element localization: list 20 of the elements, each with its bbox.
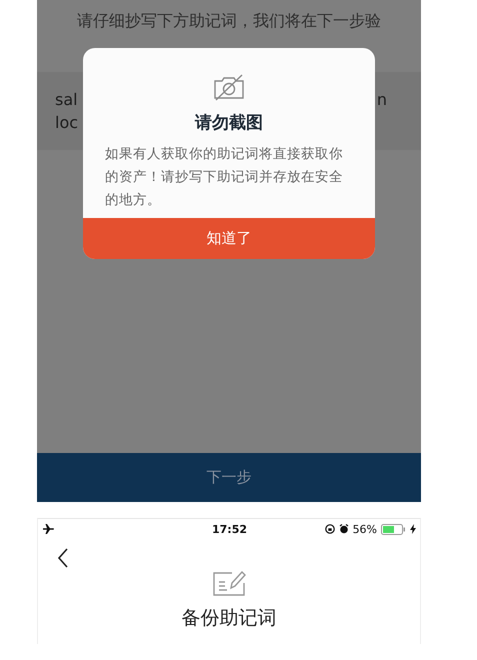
mnemonic-word: sal <box>55 89 78 111</box>
battery-percent: 56% <box>352 522 378 536</box>
confirm-button[interactable]: 知道了 <box>83 218 375 259</box>
back-chevron-icon <box>56 547 70 569</box>
next-button[interactable]: 下一步 <box>37 453 421 502</box>
instruction-text: 请仔细抄写下方助记词，我们将在下一步验 <box>76 10 382 32</box>
mnemonic-word: loc <box>55 112 78 134</box>
battery-icon <box>381 524 406 534</box>
airplane-icon <box>43 524 55 534</box>
back-button[interactable] <box>56 547 70 569</box>
note-pen-icon <box>212 569 246 597</box>
status-time: 17:52 <box>212 522 248 536</box>
page-title: 备份助记词 <box>182 606 276 631</box>
dialog-title: 请勿截图 <box>195 112 263 135</box>
dialog-message: 如果有人获取你的助记词将直接获取你的资产！请抄写下助记词并存放在安全的地方。 <box>104 145 344 210</box>
mnemonic-word: n <box>376 89 387 111</box>
alarm-icon <box>338 524 349 534</box>
charging-bolt-icon <box>410 524 416 534</box>
no-camera-icon <box>213 74 245 101</box>
rotation-lock-icon <box>324 524 335 534</box>
